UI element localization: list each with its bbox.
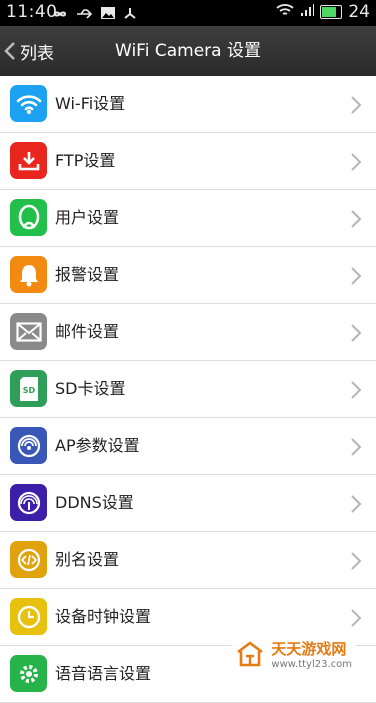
watermark-name: 天天游戏网 (271, 640, 347, 658)
svg-text:SD: SD (22, 386, 35, 395)
watermark-url: www.ttyl23.com (271, 659, 352, 670)
chevron-right-icon (351, 324, 362, 342)
settings-list: Wi-Fi设置 FTP设置 用户设置 报警设置 邮件设置 SD SD卡设置 AP… (0, 76, 376, 703)
wifi-icon (10, 85, 47, 122)
clock-icon (10, 598, 47, 635)
watermark-logo-icon (237, 641, 264, 667)
download-icon (10, 142, 47, 179)
battery-icon (320, 5, 343, 19)
user-icon (10, 199, 47, 236)
status-notification-icons (50, 5, 138, 25)
list-item-alias[interactable]: 别名设置 (0, 532, 376, 589)
chevron-right-icon (351, 552, 362, 570)
title-bar: 列表 WiFi Camera 设置 (0, 26, 376, 76)
list-item-label: 邮件设置 (55, 322, 120, 341)
chevron-right-icon (351, 495, 362, 513)
list-item-label: 设备时钟设置 (55, 607, 152, 626)
list-item-label: Wi-Fi设置 (55, 94, 126, 113)
list-item-mail[interactable]: 邮件设置 (0, 304, 376, 361)
chevron-right-icon (351, 267, 362, 285)
list-item-label: FTP设置 (55, 151, 116, 170)
chevron-right-icon (351, 96, 362, 114)
share-icon (122, 5, 138, 25)
bell-icon (10, 256, 47, 293)
list-item-ftp[interactable]: FTP设置 (0, 133, 376, 190)
list-item-ddns[interactable]: DDNS设置 (0, 475, 376, 532)
list-item-label: 用户设置 (55, 208, 120, 227)
chevron-right-icon (351, 381, 362, 399)
ap-icon (10, 427, 47, 464)
mail-icon (10, 313, 47, 350)
list-item-user[interactable]: 用户设置 (0, 190, 376, 247)
chevron-right-icon (351, 153, 362, 171)
list-item-label: 语音语言设置 (55, 664, 152, 683)
usb-icon (76, 5, 94, 25)
image-icon (100, 5, 116, 25)
list-item-label: AP参数设置 (55, 436, 140, 455)
gear-icon (10, 655, 47, 692)
ddns-icon (10, 484, 47, 521)
list-item-label: 别名设置 (55, 550, 120, 569)
chevron-right-icon (351, 438, 362, 456)
site-watermark: 天天游戏网 www.ttyl23.com (231, 636, 356, 672)
infinity-icon (50, 5, 70, 25)
signal-icon (300, 2, 315, 22)
battery-level: 24 (348, 2, 370, 22)
status-bar: 11:40 24 (0, 0, 376, 26)
list-item-alarm[interactable]: 报警设置 (0, 247, 376, 304)
chevron-right-icon (351, 210, 362, 228)
chevron-right-icon (351, 609, 362, 627)
list-item-label: SD卡设置 (55, 379, 126, 398)
list-item-label: 报警设置 (55, 265, 120, 284)
list-item-label: DDNS设置 (55, 493, 134, 512)
list-item-sd-card[interactable]: SD SD卡设置 (0, 361, 376, 418)
wifi-status-icon (276, 2, 294, 22)
page-title: WiFi Camera 设置 (115, 41, 261, 61)
list-item-wifi[interactable]: Wi-Fi设置 (0, 76, 376, 133)
status-right: 24 (276, 2, 370, 22)
list-item-ap-params[interactable]: AP参数设置 (0, 418, 376, 475)
code-icon (10, 541, 47, 578)
sd-card-icon: SD (10, 370, 47, 407)
